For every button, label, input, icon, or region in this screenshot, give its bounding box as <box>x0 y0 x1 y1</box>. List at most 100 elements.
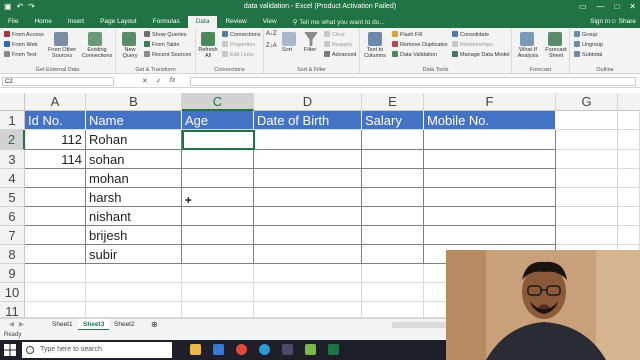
row-header-11[interactable]: 11 <box>0 302 25 319</box>
from-web-button[interactable]: From Web <box>4 41 38 48</box>
cell-e9[interactable] <box>362 264 424 283</box>
app-icon[interactable] <box>282 344 293 355</box>
cell-a5[interactable] <box>25 188 86 207</box>
maximize-icon[interactable]: □ <box>614 2 619 11</box>
cell-a6[interactable] <box>25 207 86 226</box>
row-header-7[interactable]: 7 <box>0 226 25 245</box>
relationships-button[interactable]: Relationships <box>452 41 493 48</box>
cell-d9[interactable] <box>254 264 362 283</box>
cell-e3[interactable] <box>362 150 424 169</box>
store-icon[interactable] <box>213 344 224 355</box>
name-box[interactable]: C2 <box>2 77 114 86</box>
row-header-9[interactable]: 9 <box>0 264 25 283</box>
cell-d7[interactable] <box>254 226 362 245</box>
text-to-columns-button[interactable]: Text to Columns <box>362 47 388 59</box>
sign-in-link[interactable]: Sign in <box>590 18 610 25</box>
share-button[interactable]: ☺ Share <box>610 18 636 25</box>
insert-function-icon[interactable]: fx <box>170 77 175 85</box>
tab-home[interactable]: Home <box>26 16 59 28</box>
column-header-a[interactable]: A <box>25 93 86 111</box>
excel-taskbar-icon[interactable] <box>328 344 339 355</box>
cell-f7[interactable] <box>424 226 556 245</box>
cell-g5[interactable] <box>556 188 618 207</box>
cell-h2[interactable] <box>618 130 640 150</box>
cell-g6[interactable] <box>556 207 618 226</box>
column-header-g[interactable]: G <box>556 93 618 111</box>
connections-button[interactable]: Connections <box>222 31 261 38</box>
cell-b5[interactable]: harsh <box>86 188 182 207</box>
from-other-sources-button[interactable]: From Other Sources <box>46 47 78 59</box>
cell-a10[interactable] <box>25 283 86 302</box>
what-if-analysis-button[interactable]: What-If Analysis <box>514 47 542 59</box>
cell-e7[interactable] <box>362 226 424 245</box>
sort-button[interactable]: Sort <box>282 47 292 53</box>
show-queries-button[interactable]: Show Queries <box>144 31 187 38</box>
cell-f2[interactable] <box>424 130 556 150</box>
cell-d1[interactable]: Date of Birth <box>254 111 362 130</box>
chrome-icon[interactable] <box>236 344 247 355</box>
consolidate-button[interactable]: Consolidate <box>452 31 489 38</box>
flash-fill-button[interactable]: Flash Fill <box>392 31 422 38</box>
cell-d11[interactable] <box>254 302 362 318</box>
cell-b3[interactable]: sohan <box>86 150 182 169</box>
tab-formulas[interactable]: Formulas <box>145 16 188 28</box>
cell-d4[interactable] <box>254 169 362 188</box>
cell-e2[interactable] <box>362 130 424 150</box>
cell-d2[interactable] <box>254 130 362 150</box>
horizontal-scrollbar[interactable] <box>392 322 452 328</box>
cell-c9[interactable] <box>182 264 254 283</box>
cell-h4[interactable] <box>618 169 640 188</box>
column-header-e[interactable]: E <box>362 93 424 111</box>
new-query-button[interactable]: New Query <box>119 47 141 59</box>
cell-a7[interactable] <box>25 226 86 245</box>
app-icon-2[interactable] <box>305 344 316 355</box>
ungroup-button[interactable]: Ungroup <box>574 41 603 48</box>
ribbon-options-icon[interactable]: ▭ <box>579 2 587 11</box>
sort-az-button[interactable]: A↓Z <box>266 31 277 37</box>
cell-e5[interactable] <box>362 188 424 207</box>
cell-c4[interactable] <box>182 169 254 188</box>
column-header-b[interactable]: B <box>86 93 182 111</box>
group-button[interactable]: Group <box>574 31 597 38</box>
from-access-button[interactable]: From Access <box>4 31 44 38</box>
forecast-sheet-button[interactable]: Forecast Sheet <box>544 47 568 59</box>
cell-g4[interactable] <box>556 169 618 188</box>
row-header-5[interactable]: 5 <box>0 188 25 207</box>
cell-g1[interactable] <box>556 111 618 130</box>
from-table-button[interactable]: From Table <box>144 41 179 48</box>
cell-h6[interactable] <box>618 207 640 226</box>
cell-e6[interactable] <box>362 207 424 226</box>
cell-h3[interactable] <box>618 150 640 169</box>
cell-c11[interactable] <box>182 302 254 318</box>
row-header-3[interactable]: 3 <box>0 150 25 169</box>
cell-f1[interactable]: Mobile No. <box>424 111 556 130</box>
cell-a8[interactable] <box>25 245 86 264</box>
tab-view[interactable]: View <box>255 16 285 28</box>
tab-page-layout[interactable]: Page Layout <box>92 16 145 28</box>
cell-a3[interactable]: 114 <box>25 150 86 169</box>
from-text-button[interactable]: From Text <box>4 51 36 58</box>
row-header-6[interactable]: 6 <box>0 207 25 226</box>
tab-data[interactable]: Data <box>187 16 218 28</box>
select-all-button[interactable] <box>0 93 25 111</box>
tell-me-search[interactable]: ⚲ Tell me what you want to do... <box>285 18 385 26</box>
cell-c2[interactable] <box>182 130 254 150</box>
cell-b8[interactable]: subir <box>86 245 182 264</box>
cell-b6[interactable]: nishant <box>86 207 182 226</box>
cell-b2[interactable]: Rohan <box>86 130 182 150</box>
cell-h1[interactable] <box>618 111 640 130</box>
cell-d10[interactable] <box>254 283 362 302</box>
cell-d3[interactable] <box>254 150 362 169</box>
filter-button[interactable]: Filter <box>304 47 316 53</box>
row-header-1[interactable]: 1 <box>0 111 25 130</box>
cell-b4[interactable]: mohan <box>86 169 182 188</box>
cell-d6[interactable] <box>254 207 362 226</box>
row-header-2[interactable]: 2 <box>0 130 25 150</box>
formula-input[interactable] <box>190 77 636 86</box>
cell-g2[interactable] <box>556 130 618 150</box>
cell-c3[interactable] <box>182 150 254 169</box>
refresh-all-button[interactable]: Refresh All <box>197 47 219 59</box>
cell-d5[interactable] <box>254 188 362 207</box>
cell-b9[interactable] <box>86 264 182 283</box>
cell-e1[interactable]: Salary <box>362 111 424 130</box>
